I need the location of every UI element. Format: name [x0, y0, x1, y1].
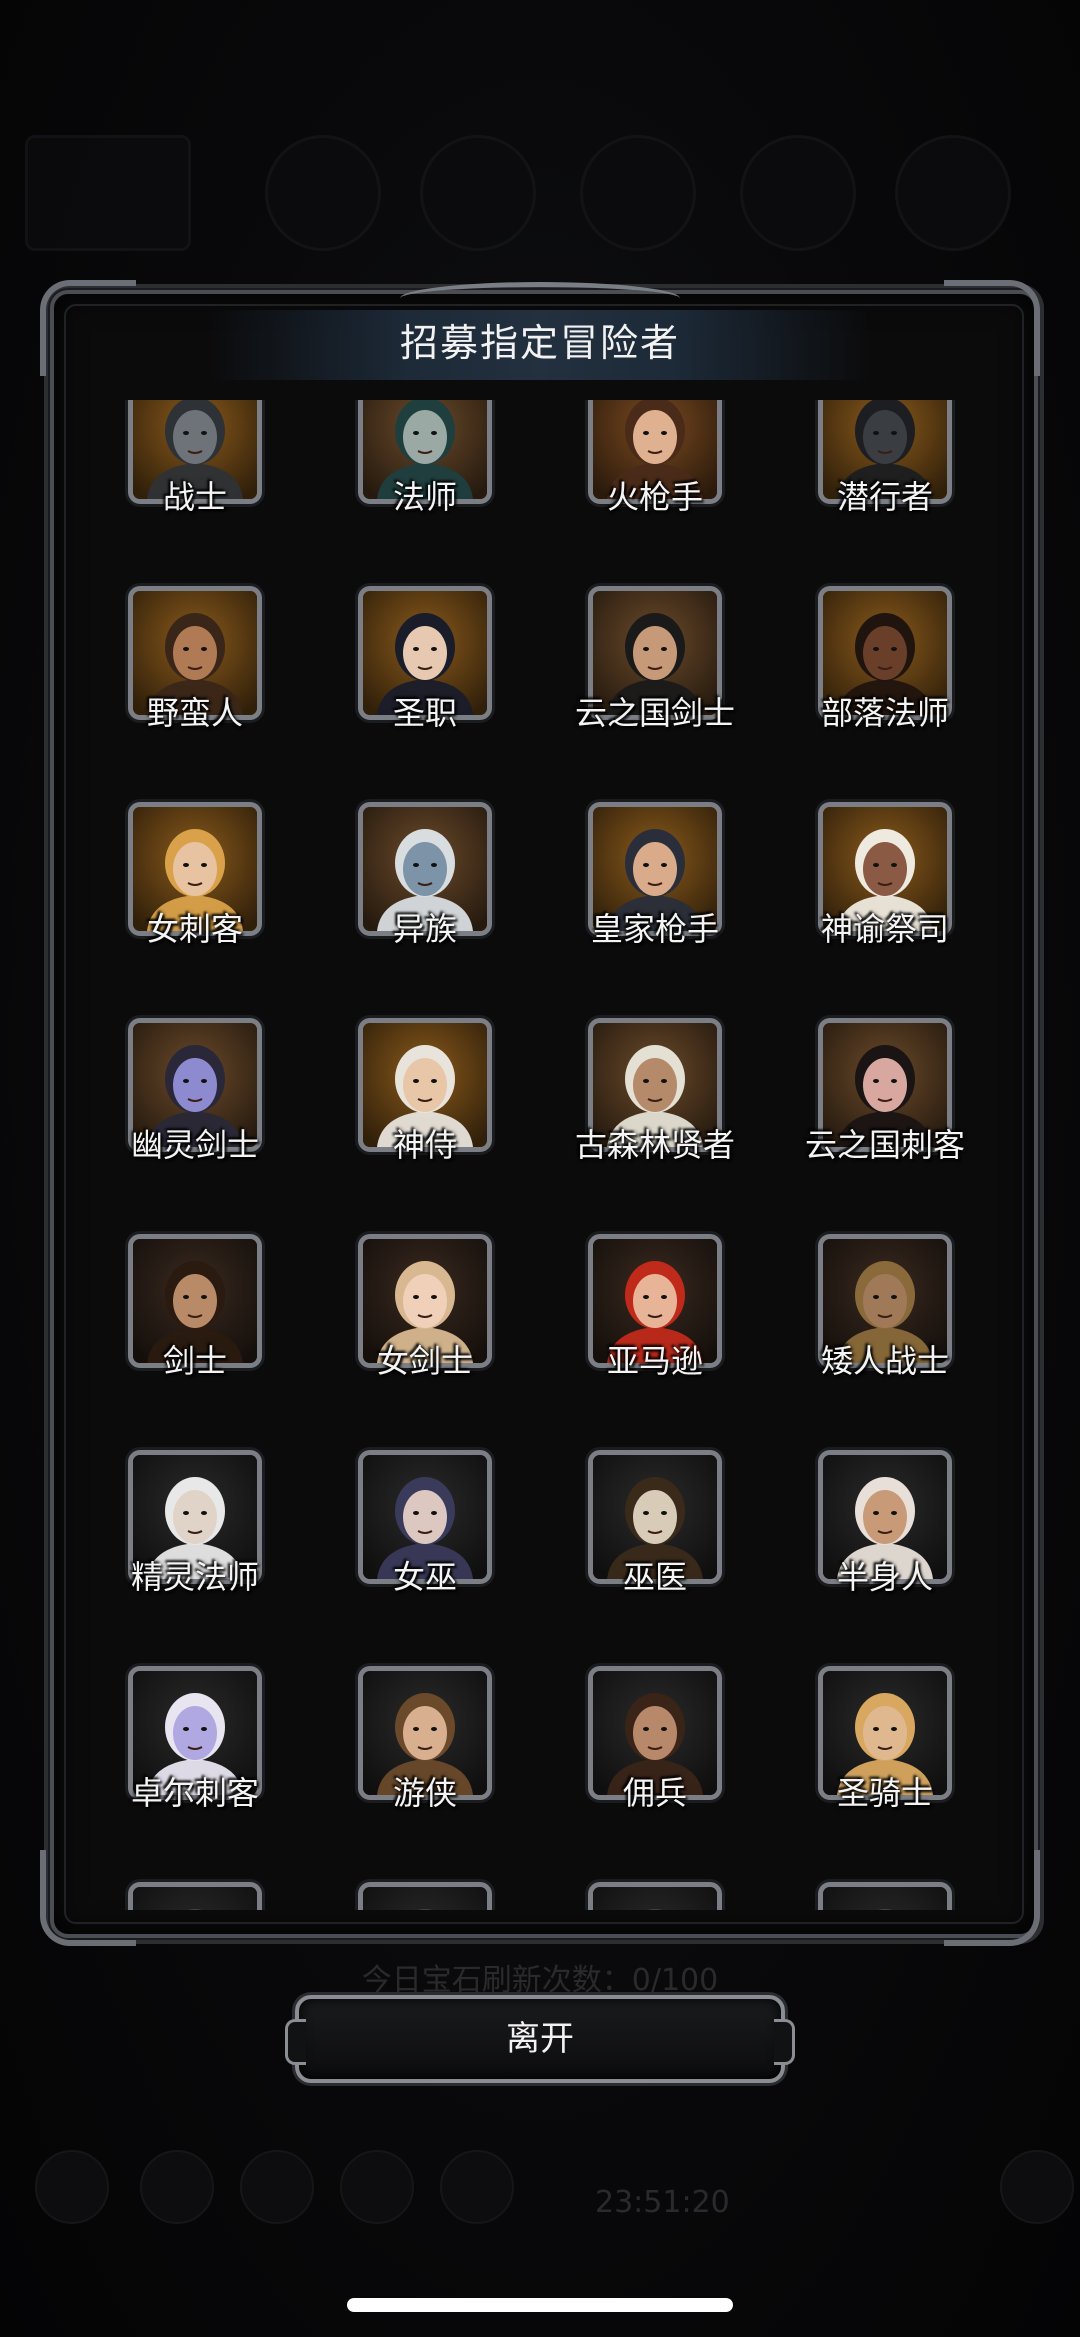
hero-card[interactable]: 圣骑士	[770, 1666, 1000, 1882]
hero-name: 女巫	[392, 1558, 457, 1596]
background-slot	[580, 135, 696, 251]
hero-name: 神侍	[392, 1126, 457, 1164]
hero-name: 幽灵剑士	[130, 1126, 259, 1164]
hero-name: 火枪手	[606, 478, 703, 516]
portrait-icon	[588, 1882, 722, 1910]
hero-card[interactable]: 云之国剑士	[540, 586, 770, 802]
background-slot	[25, 135, 191, 251]
hero-card[interactable]: 圣职	[310, 586, 540, 802]
hero-card[interactable]	[310, 1882, 540, 1910]
hero-card[interactable]: 卓尔刺客	[80, 1666, 310, 1882]
hero-card[interactable]	[540, 1882, 770, 1910]
portrait-art	[363, 1887, 487, 1910]
hero-card[interactable]: 火枪手	[540, 400, 770, 586]
gem-refresh-count: 今日宝石刷新次数：0/100	[361, 1963, 719, 1998]
background-slot	[265, 135, 381, 251]
hero-card[interactable]: 神侍	[310, 1018, 540, 1234]
hero-card[interactable]: 幽灵剑士	[80, 1018, 310, 1234]
hero-name: 巫医	[622, 1558, 687, 1596]
hero-name: 亚马逊	[606, 1342, 703, 1380]
hero-name: 战士	[162, 478, 227, 516]
hero-card[interactable]: 矮人战士	[770, 1234, 1000, 1450]
background-icon	[35, 2150, 109, 2224]
hero-name: 异族	[392, 910, 457, 948]
portrait-art	[593, 1887, 717, 1910]
hero-card[interactable]: 巫医	[540, 1450, 770, 1666]
portrait-icon	[358, 1882, 492, 1910]
hero-name: 半身人	[836, 1558, 933, 1596]
hero-card[interactable]: 女刺客	[80, 802, 310, 1018]
hero-name: 潜行者	[836, 478, 933, 516]
hero-name: 神谕祭司	[820, 910, 949, 948]
hero-name: 皇家枪手	[590, 910, 719, 948]
hero-card[interactable]: 云之国刺客	[770, 1018, 1000, 1234]
background-icon	[440, 2150, 514, 2224]
title-ornament	[400, 282, 680, 315]
background-icon	[240, 2150, 314, 2224]
game-screen: 今日宝石刷新次数：0/100 23:51:20 招募指定冒险者 战士 法师 火枪手 潜…	[0, 0, 1080, 2337]
leave-button[interactable]: 离开	[285, 1995, 795, 2083]
leave-button-label: 离开	[506, 2019, 574, 2059]
portrait-art	[823, 1887, 947, 1910]
home-indicator[interactable]	[347, 2298, 733, 2312]
hero-card[interactable]: 女剑士	[310, 1234, 540, 1450]
hero-card[interactable]: 佣兵	[540, 1666, 770, 1882]
hero-card[interactable]	[80, 1882, 310, 1910]
hero-name: 佣兵	[622, 1774, 687, 1812]
hero-card[interactable]: 法师	[310, 400, 540, 586]
hero-name: 野蛮人	[146, 694, 243, 732]
hero-name: 剑士	[162, 1342, 227, 1380]
hero-card[interactable]: 战士	[80, 400, 310, 586]
hero-card[interactable]: 精灵法师	[80, 1450, 310, 1666]
hero-name: 云之国刺客	[804, 1126, 965, 1164]
hero-card[interactable]: 剑士	[80, 1234, 310, 1450]
hero-card[interactable]: 游侠	[310, 1666, 540, 1882]
hero-card[interactable]: 女巫	[310, 1450, 540, 1666]
hero-name: 矮人战士	[820, 1342, 949, 1380]
hero-card[interactable]: 异族	[310, 802, 540, 1018]
hero-card[interactable]: 部落法师	[770, 586, 1000, 802]
hero-name: 女刺客	[146, 910, 243, 948]
hero-card[interactable]: 神谕祭司	[770, 802, 1000, 1018]
hero-name: 云之国剑士	[574, 694, 735, 732]
hero-name: 游侠	[392, 1774, 457, 1812]
hero-name: 卓尔刺客	[130, 1774, 259, 1812]
hero-card[interactable]: 古森林贤者	[540, 1018, 770, 1234]
hero-name: 圣骑士	[836, 1774, 933, 1812]
background-slot	[895, 135, 1011, 251]
portrait-art	[133, 1887, 257, 1910]
background-slot	[420, 135, 536, 251]
hero-card[interactable]: 皇家枪手	[540, 802, 770, 1018]
hero-name: 古森林贤者	[574, 1126, 735, 1164]
dialog-title: 招募指定冒险者	[399, 321, 680, 365]
portrait-icon	[818, 1882, 952, 1910]
hero-name: 圣职	[392, 694, 457, 732]
hero-name: 女剑士	[376, 1342, 473, 1380]
hero-card[interactable]: 潜行者	[770, 400, 1000, 586]
hero-name: 精灵法师	[130, 1558, 259, 1596]
background-icon	[1000, 2150, 1074, 2224]
background-slot	[740, 135, 856, 251]
background-icon	[140, 2150, 214, 2224]
hero-card[interactable]: 亚马逊	[540, 1234, 770, 1450]
hero-grid-scroll[interactable]: 战士 法师 火枪手 潜行者野蛮人 圣职 云之国剑士 部落法师女刺客 异族 皇家枪手 神谕祭司幽灵剑…	[80, 400, 1000, 1910]
background-timer: 23:51:20	[595, 2185, 730, 2220]
hero-name: 部落法师	[820, 694, 949, 732]
hero-card[interactable]: 野蛮人	[80, 586, 310, 802]
background-icon	[340, 2150, 414, 2224]
hero-card[interactable]	[770, 1882, 1000, 1910]
portrait-icon	[128, 1882, 262, 1910]
hero-name: 法师	[392, 478, 457, 516]
hero-card[interactable]: 半身人	[770, 1450, 1000, 1666]
